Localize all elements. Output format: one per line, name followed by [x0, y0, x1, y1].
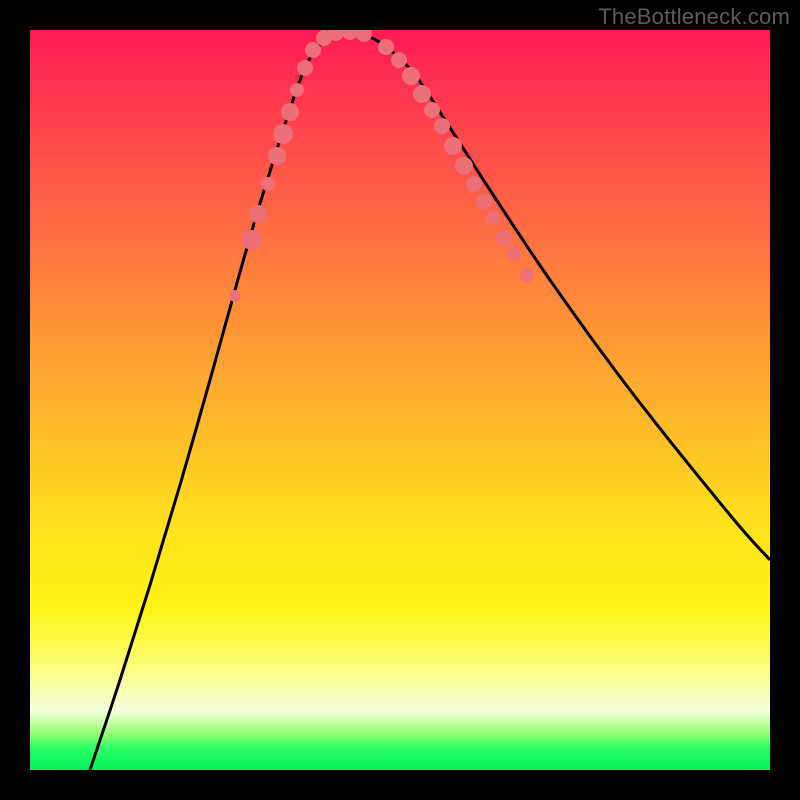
watermark-label: TheBottleneck.com — [598, 4, 790, 30]
data-point — [402, 67, 420, 85]
chart-frame: TheBottleneck.com — [0, 0, 800, 800]
data-point — [261, 177, 275, 191]
data-point — [507, 247, 521, 261]
data-point — [496, 230, 512, 246]
data-point — [290, 83, 304, 97]
plot-area — [30, 30, 770, 770]
data-point — [356, 30, 372, 42]
data-point — [273, 124, 293, 144]
data-point — [444, 137, 462, 155]
data-point — [391, 52, 407, 68]
data-point — [249, 205, 267, 223]
data-point — [466, 176, 482, 192]
data-point — [229, 290, 241, 302]
data-point — [305, 42, 321, 58]
data-point — [476, 194, 492, 210]
data-point — [378, 39, 394, 55]
data-point — [520, 268, 534, 282]
data-point — [455, 157, 473, 175]
data-point — [268, 147, 286, 165]
data-point — [242, 230, 262, 250]
data-point — [281, 103, 299, 121]
data-point — [434, 118, 450, 134]
data-point — [342, 30, 358, 40]
marker-layer — [229, 30, 534, 302]
curve-svg — [30, 30, 770, 770]
bottleneck-curve-path — [90, 32, 770, 770]
data-point — [424, 102, 440, 118]
data-point — [486, 211, 500, 225]
data-point — [413, 85, 431, 103]
data-point — [297, 60, 313, 76]
